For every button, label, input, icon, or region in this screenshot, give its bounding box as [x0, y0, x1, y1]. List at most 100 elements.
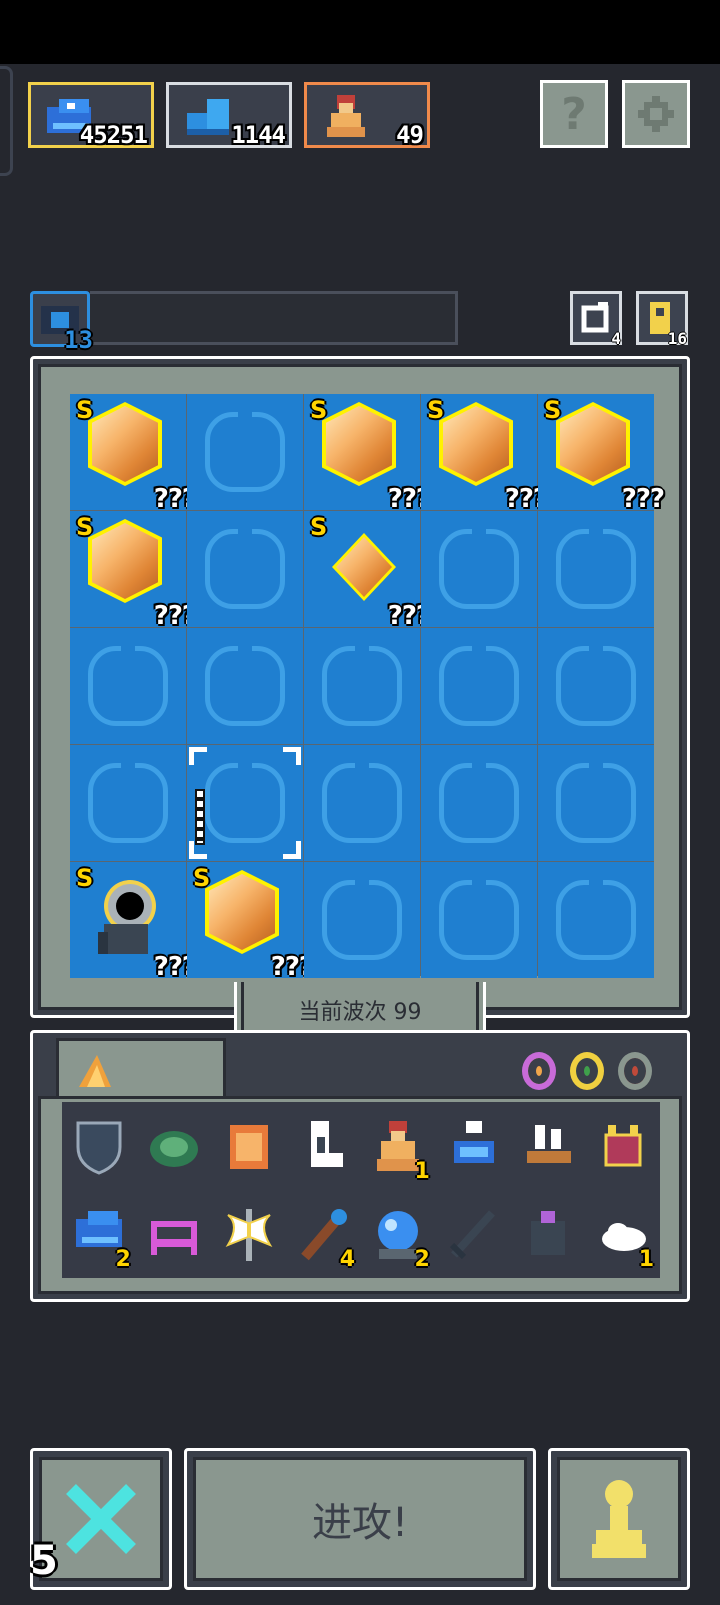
selection-corner	[283, 841, 301, 859]
resource-value: 45251	[79, 121, 148, 149]
board-cell[interactable]	[187, 394, 303, 510]
inventory-slot[interactable]	[436, 1102, 511, 1190]
green-ring-icon[interactable]	[570, 1052, 604, 1090]
board-cell[interactable]	[538, 745, 654, 861]
refresh-button[interactable]: 4	[570, 291, 622, 348]
inventory-grid: 1 2 4 2 1	[62, 1102, 660, 1278]
inventory-slot[interactable]	[212, 1102, 287, 1190]
board-cell[interactable]: S???	[70, 394, 197, 514]
board-cell[interactable]	[538, 511, 654, 627]
shield-icon	[76, 1121, 122, 1175]
board-cell-selected[interactable]	[187, 745, 303, 861]
level-number: 13	[64, 326, 93, 354]
resource-value: 1144	[231, 121, 286, 149]
empty-slot-icon	[556, 760, 636, 843]
inventory-slot[interactable]	[436, 1190, 511, 1278]
empty-slot-icon	[556, 877, 636, 960]
boot-icon	[310, 1121, 343, 1167]
board-cell[interactable]: S???	[304, 511, 431, 631]
board-cell[interactable]	[421, 628, 537, 744]
orange-gem-shard-icon	[79, 1055, 111, 1087]
golem-icon	[530, 1211, 565, 1255]
inventory-slot[interactable]	[62, 1102, 137, 1190]
rank-badge: S	[76, 864, 94, 892]
board-cell[interactable]	[304, 745, 420, 861]
empty-slot-icon	[556, 526, 636, 609]
inventory-tab-gems[interactable]	[56, 1038, 226, 1096]
board-cell[interactable]	[304, 862, 420, 978]
status-bar	[0, 0, 720, 64]
board-cell[interactable]	[304, 628, 420, 744]
board-cell[interactable]: S???	[70, 511, 197, 631]
settings-button[interactable]	[622, 80, 690, 148]
resource-blue-creature: 45251	[28, 82, 154, 149]
board-cell[interactable]	[187, 511, 303, 627]
potion-icon	[454, 1121, 495, 1163]
board-cell[interactable]: S???	[70, 862, 197, 982]
battle-axe-icon	[225, 1209, 273, 1261]
board-cell[interactable]	[70, 628, 186, 744]
hero-button[interactable]	[548, 1448, 690, 1590]
item-count: 4	[339, 1247, 355, 1272]
inventory-slot[interactable]: 2	[361, 1190, 436, 1278]
empty-slot-icon	[205, 409, 285, 492]
help-button[interactable]: ?	[540, 80, 608, 148]
cat-icon	[604, 1125, 642, 1167]
red-ring-icon[interactable]	[618, 1052, 652, 1090]
level-badge[interactable]: 13	[30, 291, 93, 354]
armor-icon	[229, 1125, 268, 1169]
key-button[interactable]: 16	[636, 291, 688, 348]
selection-corner	[283, 747, 301, 765]
board-grid: S??? S??? S??? S??? S??? S??? S??? S???	[70, 394, 665, 982]
board-cell[interactable]	[70, 745, 186, 861]
key-count: 16	[667, 329, 687, 348]
inventory-slot[interactable]	[286, 1102, 361, 1190]
pawn-icon	[592, 1480, 646, 1558]
gear-icon	[638, 96, 674, 132]
resource-blue-boots: 1144	[166, 82, 292, 149]
empty-slot-icon	[205, 643, 285, 726]
inventory-slot[interactable]: 1	[585, 1190, 660, 1278]
inventory-slot[interactable]: 1	[361, 1102, 436, 1190]
wave-label: 当前波次 99	[298, 1000, 422, 1025]
orange-ring-icon[interactable]	[522, 1052, 556, 1090]
board-cell[interactable]: S???	[304, 394, 431, 514]
rank-badge: S	[310, 513, 328, 541]
orange-gem-icon	[336, 537, 392, 597]
empty-slot-icon	[439, 877, 519, 960]
board-cell[interactable]: S???	[187, 862, 314, 982]
side-drawer-tab[interactable]	[0, 66, 13, 176]
board-cell[interactable]	[421, 862, 537, 978]
inventory-slot[interactable]	[137, 1190, 212, 1278]
inventory-slot[interactable]: 4	[286, 1190, 361, 1278]
inventory-slot[interactable]	[511, 1190, 586, 1278]
item-count: 2	[414, 1247, 430, 1272]
inventory-slot[interactable]	[511, 1102, 586, 1190]
board-cell[interactable]	[421, 745, 537, 861]
attack-label: 进攻!	[311, 1500, 409, 1546]
item-count: 1	[414, 1159, 430, 1184]
hero-statue-icon	[327, 95, 365, 137]
board-cell[interactable]: S???	[421, 394, 548, 514]
empty-slot-icon	[556, 643, 636, 726]
board-cell[interactable]: S???	[538, 394, 665, 514]
skip-count: 5	[30, 1538, 58, 1584]
cannon-icon	[98, 880, 156, 954]
empty-slot-icon	[88, 643, 168, 726]
empty-slot-icon	[322, 643, 402, 726]
inventory-slot[interactable]	[137, 1102, 212, 1190]
attack-button[interactable]: 进攻!	[184, 1448, 536, 1590]
board-cell[interactable]	[538, 862, 654, 978]
turtle-shell-icon	[150, 1131, 199, 1167]
blue-boots-icon	[187, 99, 229, 135]
inventory-slot[interactable]	[585, 1102, 660, 1190]
inventory-slot[interactable]	[212, 1190, 287, 1278]
inventory-slot[interactable]: 2	[62, 1190, 137, 1278]
item-level-label: ???	[621, 484, 665, 514]
bed-icon	[151, 1221, 198, 1255]
board-cell[interactable]	[187, 628, 303, 744]
board-cell[interactable]	[538, 628, 654, 744]
board-cell[interactable]	[421, 511, 537, 627]
rank-badge: S	[76, 513, 94, 541]
rank-badge: S	[76, 396, 94, 424]
